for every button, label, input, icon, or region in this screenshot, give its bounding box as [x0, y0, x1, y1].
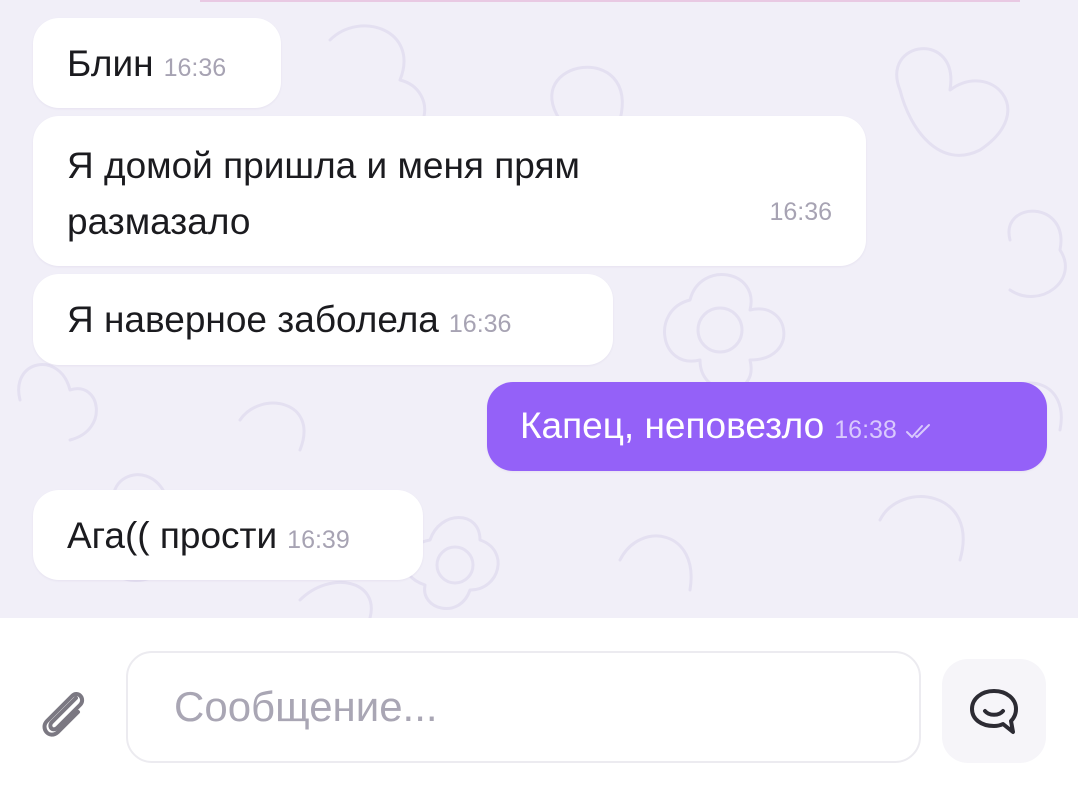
outgoing-message[interactable]: Капец, неповезло 16:38	[487, 382, 1047, 471]
double-check-icon	[905, 424, 930, 438]
message-time: 16:39	[287, 526, 350, 554]
paperclip-icon[interactable]	[30, 680, 94, 744]
message-text: Я наверное заболела	[67, 299, 439, 340]
incoming-message[interactable]: Я домой пришла и меня прям размазало 16:…	[33, 116, 866, 266]
message-text: Ага(( прости	[67, 515, 278, 556]
message-text-line: размазало	[67, 201, 251, 242]
chat-area[interactable]: Блин 16:36 Я домой пришла и меня прям раз…	[0, 0, 1078, 618]
chat-bubble-icon	[970, 689, 1018, 734]
message-time: 16:36	[163, 54, 227, 82]
message-text-line: Я домой пришла и меня прям	[67, 145, 580, 186]
message-time: 16:36	[448, 310, 512, 338]
message-text: Капец, неповезло	[520, 405, 825, 446]
incoming-message[interactable]: Ага(( прости 16:39	[33, 490, 423, 580]
message-time: 16:36	[769, 198, 832, 226]
message-time: 16:38	[834, 416, 897, 444]
chat-action-button[interactable]	[942, 659, 1046, 763]
incoming-message[interactable]: Блин 16:36	[33, 18, 281, 108]
message-text: Блин	[67, 43, 154, 84]
message-input[interactable]	[172, 673, 876, 741]
message-input-container[interactable]	[126, 651, 921, 763]
top-highlight-line	[200, 0, 1020, 2]
incoming-message[interactable]: Я наверное заболела 16:36	[33, 274, 613, 365]
